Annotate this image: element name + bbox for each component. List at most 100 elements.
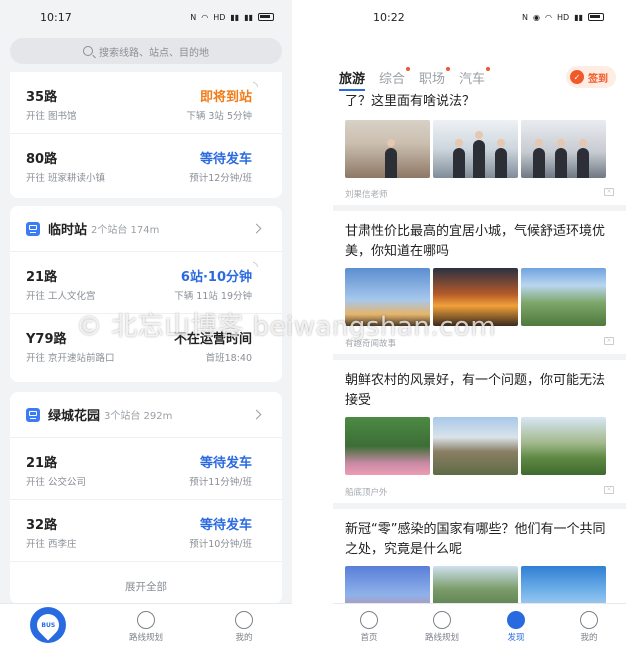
- route-destination: 开往 京开速站前路口: [26, 353, 115, 364]
- article-image: [433, 417, 518, 475]
- search-icon: [83, 46, 93, 56]
- realtime-icon: [253, 262, 258, 267]
- user-icon: [235, 611, 253, 629]
- bus-location-icon: BUS: [32, 609, 64, 641]
- battery-icon: [258, 13, 274, 21]
- topic-tab-career[interactable]: 职场: [419, 66, 451, 87]
- stop-meta: 2个站台 174m: [91, 225, 160, 236]
- article-image: [521, 120, 606, 178]
- article-image: [433, 268, 518, 326]
- route-status: 等待发车: [199, 518, 252, 533]
- tab-label: 我的: [235, 633, 253, 643]
- stop-name: 临时站: [48, 223, 88, 238]
- route-status: 不在运营时间: [173, 332, 252, 347]
- nfc-icon: N: [190, 12, 197, 22]
- expand-all-button[interactable]: 展开全部: [10, 579, 282, 594]
- route-substatus: 预计11分钟/班: [189, 477, 252, 488]
- status-icons: N ◠ HD ▮▮ ▮▮: [190, 13, 274, 22]
- stop-header[interactable]: 临时站 2个站台 174m: [10, 206, 282, 252]
- dismiss-icon[interactable]: ×: [604, 486, 614, 494]
- article-image: [345, 417, 430, 475]
- route-destination: 开往 图书馆: [26, 111, 77, 122]
- tab-label: 发现: [507, 633, 525, 643]
- route-status: 等待发车: [199, 456, 252, 471]
- article-title: 朝鲜农村的风景好，有一个问题，你可能无法接受: [345, 373, 606, 408]
- wifi-icon: ◠: [201, 12, 209, 22]
- tab-mine[interactable]: 我的: [564, 604, 614, 649]
- stop-name: 绿城花园: [48, 409, 101, 424]
- chevron-right-icon: [251, 223, 262, 234]
- bus-home-tab[interactable]: BUS: [30, 607, 66, 643]
- checkin-icon: ✓: [570, 70, 584, 84]
- feed-divider: [333, 205, 626, 211]
- route-destination: 开往 工人文化宫: [26, 291, 96, 302]
- red-dot-icon: [486, 66, 491, 71]
- route-row[interactable]: 21路 开往 公交公司 等待发车 预计11分钟/班: [10, 438, 282, 500]
- status-time: 10:22: [373, 10, 405, 24]
- tab-home[interactable]: 首页: [344, 604, 394, 649]
- article-image: [433, 120, 518, 178]
- dismiss-icon[interactable]: ×: [604, 337, 614, 345]
- stop-header[interactable]: 绿城花园 3个站台 292m: [10, 392, 282, 438]
- tab-label: 首页: [360, 633, 378, 643]
- route-substatus: 首班18:40: [205, 353, 252, 364]
- tab-route-plan[interactable]: 路线规划: [116, 604, 176, 649]
- route-row[interactable]: 21路 开往 工人文化宫 6站·10分钟 下辆 11站 19分钟: [10, 252, 282, 314]
- topic-label: 综合: [379, 71, 406, 87]
- dismiss-icon[interactable]: ×: [604, 188, 614, 196]
- search-placeholder: 搜索线路、站点、目的地: [99, 47, 209, 59]
- route-row[interactable]: Y79路 开往 京开速站前路口 不在运营时间 首班18:40: [10, 314, 282, 376]
- tab-mine[interactable]: 我的: [214, 604, 274, 649]
- status-bar: 10:22 N ◉ ◠ HD ▮▮: [333, 0, 626, 34]
- topic-tab-travel[interactable]: 旅游: [339, 68, 366, 91]
- nfc-icon: N: [522, 12, 529, 22]
- topic-label: 职场: [419, 71, 446, 87]
- topic-tab-auto[interactable]: 汽车: [459, 66, 491, 87]
- signal-icon-2: ▮▮: [244, 12, 253, 22]
- tab-discover[interactable]: 发现: [491, 604, 541, 649]
- route-substatus: 预计10分钟/班: [189, 539, 252, 550]
- signin-label: 签到: [588, 73, 608, 85]
- article-images: [345, 417, 606, 475]
- route-name: 35路: [26, 90, 58, 105]
- topic-tab-general[interactable]: 综合: [379, 66, 411, 87]
- location-icon: ◉: [533, 12, 541, 22]
- status-icons: N ◉ ◠ HD ▮▮: [522, 13, 604, 22]
- article-source: 有趣奇闻故事: [345, 339, 397, 349]
- discover-feed-screen: 10:22 N ◉ ◠ HD ▮▮ 旅游 综合 职场 汽车 ✓ 签到 了？这里面…: [333, 0, 626, 649]
- route-row[interactable]: 80路 开往 班家耕读小镇 等待发车 预计12分钟/班: [10, 134, 282, 196]
- topic-label: 汽车: [459, 71, 486, 87]
- nearby-routes-card: 35路 开往 图书馆 即将到站 下辆 3站 5分钟 80路 开往 班家耕读小镇 …: [10, 72, 282, 198]
- route-name: 21路: [26, 270, 58, 285]
- route-name: 32路: [26, 518, 58, 533]
- signal-icon: ▮▮: [230, 12, 240, 22]
- status-time: 10:17: [40, 10, 72, 24]
- route-row[interactable]: 32路 开往 西李庄 等待发车 预计10分钟/班: [10, 500, 282, 562]
- route-destination: 开往 班家耕读小镇: [26, 173, 106, 184]
- user-icon: [580, 611, 598, 629]
- bus-icon-text: BUS: [41, 621, 55, 629]
- stop-meta: 3个站台 292m: [104, 411, 173, 422]
- bus-stop-icon: [26, 221, 40, 236]
- screenshot-stage: 10:17 N ◠ HD ▮▮ ▮▮ 搜索线路、站点、目的地 35路 开往 图书…: [0, 0, 626, 649]
- article-image: [521, 417, 606, 475]
- route-row[interactable]: 35路 开往 图书馆 即将到站 下辆 3站 5分钟: [10, 72, 282, 134]
- tab-route-plan[interactable]: 路线规划: [417, 604, 467, 649]
- status-bar: 10:17 N ◠ HD ▮▮ ▮▮: [0, 0, 292, 34]
- bottom-tab-bar: 首页 路线规划 发现 我的: [333, 603, 626, 649]
- stop-card-lvchenghuayuan: 绿城花园 3个站台 292m 21路 开往 公交公司 等待发车 预计11分钟/班…: [10, 392, 282, 604]
- route-plan-icon: [137, 611, 155, 629]
- signin-button[interactable]: ✓ 签到: [566, 66, 616, 88]
- signal-icon: ▮▮: [574, 12, 583, 22]
- bottom-tab-bar: BUS 路线规划 我的: [0, 603, 292, 649]
- route-status: 等待发车: [199, 152, 252, 167]
- article-images: [345, 120, 606, 178]
- red-dot-icon: [406, 66, 411, 71]
- route-status: 即将到站: [199, 90, 252, 105]
- route-substatus: 预计12分钟/班: [189, 173, 252, 184]
- bus-app-screen: 10:17 N ◠ HD ▮▮ ▮▮ 搜索线路、站点、目的地 35路 开往 图书…: [0, 0, 292, 649]
- article-source: 船底顶户外: [345, 488, 388, 498]
- route-substatus: 下辆 11站 19分钟: [174, 291, 252, 302]
- search-bar[interactable]: 搜索线路、站点、目的地: [10, 38, 282, 64]
- article-image: [521, 268, 606, 326]
